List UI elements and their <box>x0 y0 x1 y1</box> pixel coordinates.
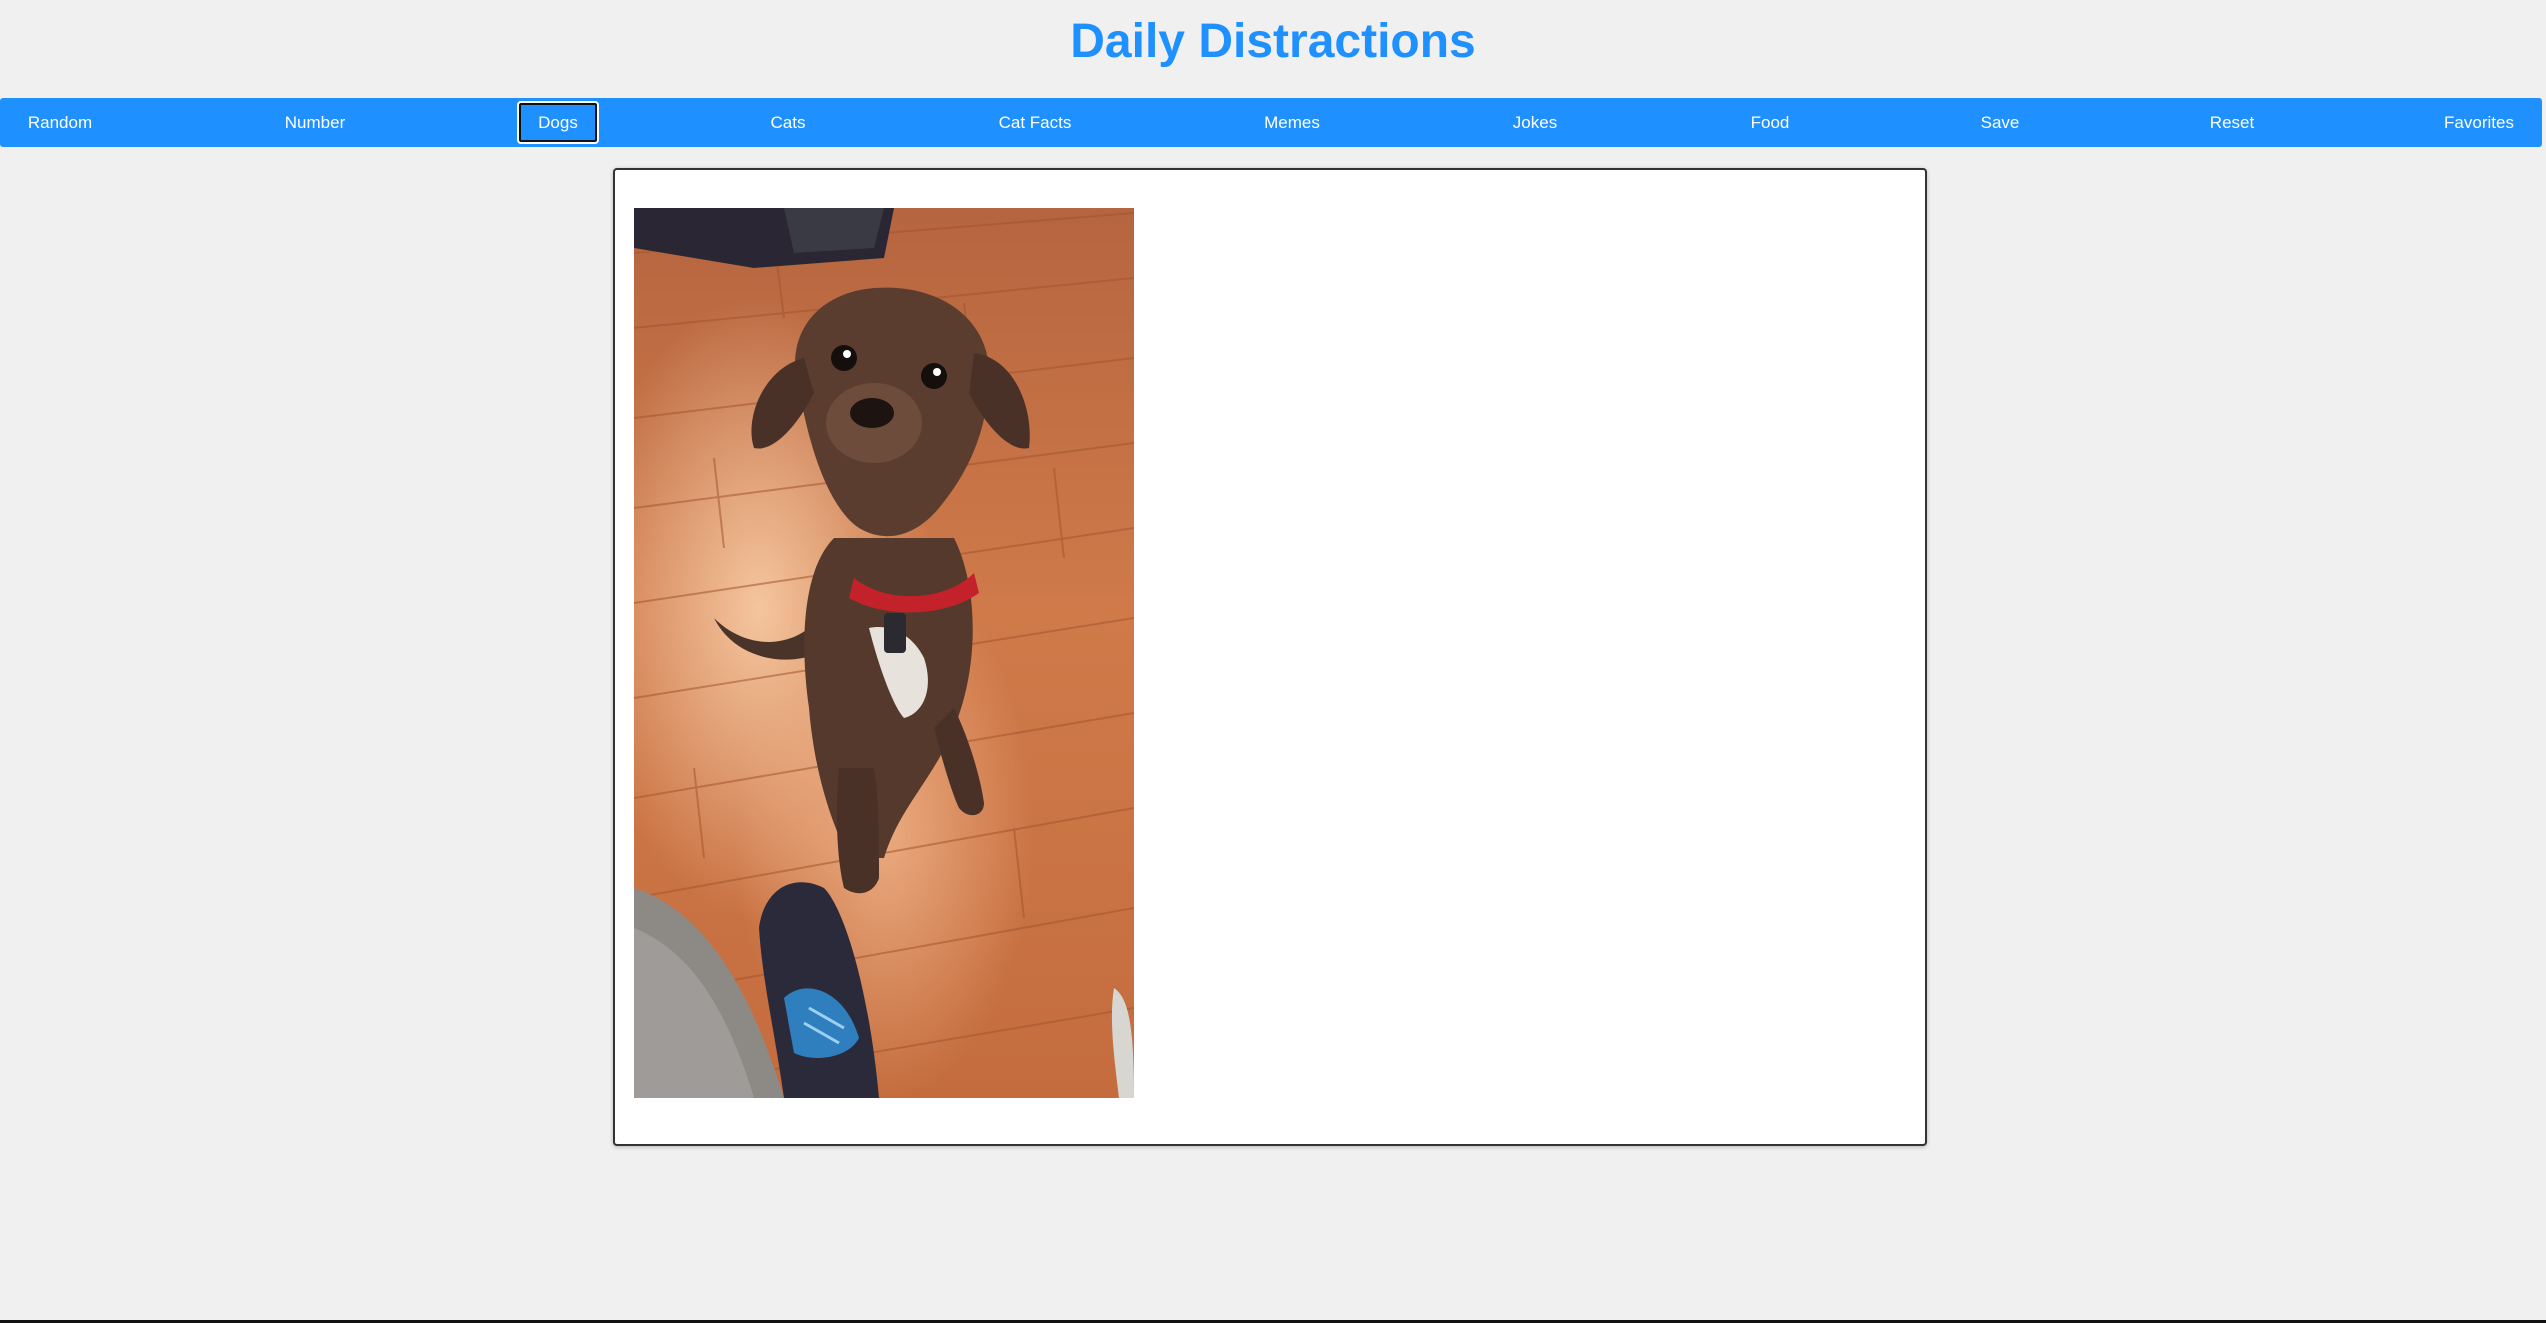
content-panel <box>613 168 1927 1146</box>
nav-button-memes[interactable]: Memes <box>1242 101 1342 144</box>
nav-button-reset[interactable]: Reset <box>2188 101 2276 144</box>
nav-button-favorites[interactable]: Favorites <box>2422 101 2536 144</box>
nav-button-jokes[interactable]: Jokes <box>1491 101 1579 144</box>
nav-button-number[interactable]: Number <box>263 101 367 144</box>
page: Daily Distractions Random Number Dogs Ca… <box>0 0 2546 1323</box>
page-title: Daily Distractions <box>1070 14 1476 68</box>
nav-button-cat-facts[interactable]: Cat Facts <box>977 101 1094 144</box>
nav-button-cats[interactable]: Cats <box>749 101 828 144</box>
main-nav-bar: Random Number Dogs Cats Cat Facts Memes … <box>0 98 2542 147</box>
nav-button-save[interactable]: Save <box>1959 101 2042 144</box>
nav-button-random[interactable]: Random <box>6 101 114 144</box>
nav-button-dogs[interactable]: Dogs <box>517 101 599 144</box>
nav-button-food[interactable]: Food <box>1729 101 1812 144</box>
dog-photo <box>634 208 1134 1098</box>
